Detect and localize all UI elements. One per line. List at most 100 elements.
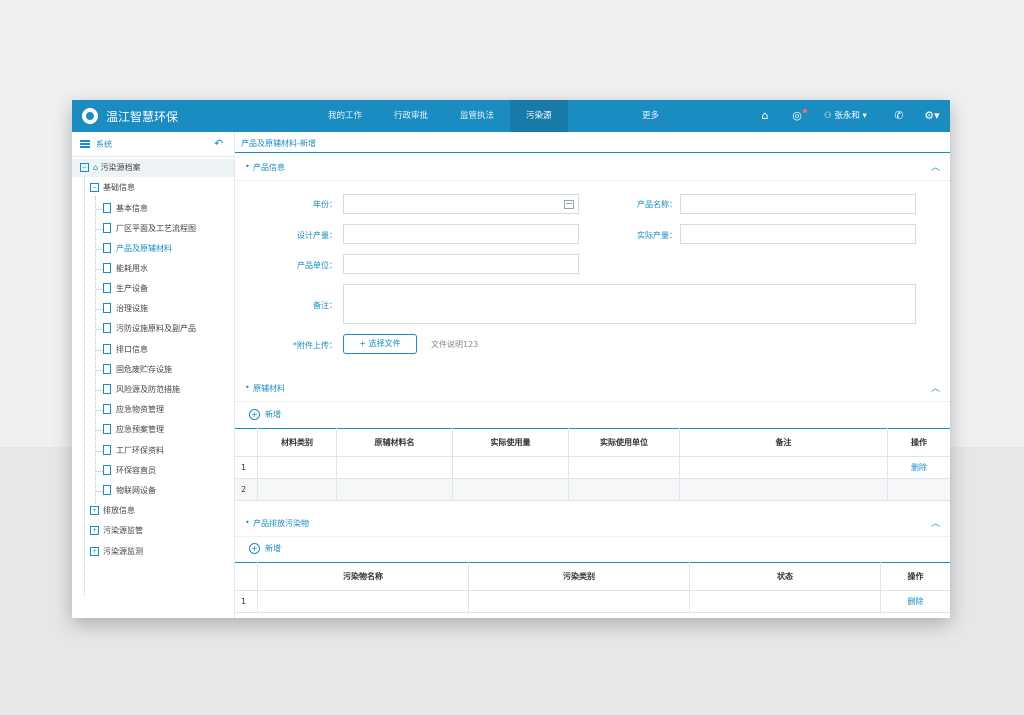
document-icon	[103, 322, 111, 333]
year-input[interactable]	[343, 194, 579, 214]
table-cell[interactable]	[679, 456, 888, 479]
label-actual-output: 实际产量：	[637, 231, 677, 240]
nav-approval[interactable]: 行政审批	[378, 100, 444, 132]
nav-more[interactable]: 更多	[642, 100, 659, 132]
tree-connector	[96, 249, 103, 250]
tree-item-label: 治理设施	[116, 304, 148, 313]
nav-enforcement[interactable]: 监管执法	[444, 100, 510, 132]
tree-guide-root	[84, 176, 85, 596]
pollutants-table: 污染物名称 污染类别 状态 操作 1 删除	[235, 562, 950, 613]
table-cell[interactable]	[689, 590, 881, 613]
tree-item-risk[interactable]: 风险源及防范措施	[103, 381, 180, 399]
tree-item-iot[interactable]: 物联网设备	[103, 482, 156, 500]
back-icon[interactable]: ↶	[214, 137, 223, 150]
column-header: 污染类别	[468, 562, 690, 591]
tree-item-layout[interactable]: 厂区平面及工艺流程图	[103, 220, 196, 238]
document-icon	[103, 484, 111, 495]
table-cell[interactable]	[568, 456, 680, 479]
label-year: 年份：	[313, 200, 337, 209]
user-menu[interactable]: ⚇ 张永和 ▾	[824, 100, 867, 132]
column-header: 实际使用单位	[568, 428, 680, 457]
chevron-up-icon[interactable]: ︿	[931, 381, 940, 394]
table-row: 1 删除	[235, 456, 950, 479]
table-cell[interactable]	[568, 478, 680, 501]
tree-item-label: 环保容直员	[116, 466, 156, 475]
document-icon	[103, 222, 111, 233]
actual-output-input[interactable]	[680, 224, 916, 244]
home-icon[interactable]: ⌂	[758, 109, 772, 123]
message-icon[interactable]: ◎	[790, 109, 804, 123]
label-product-unit: 产品单位：	[297, 261, 337, 270]
label-note: 备注：	[313, 301, 337, 310]
document-icon	[103, 363, 111, 374]
tree-item-storage[interactable]: 固危废贮存设施	[103, 361, 172, 379]
nav-pollution-source[interactable]: 污染源	[510, 100, 568, 132]
chevron-up-icon[interactable]: ︿	[931, 160, 940, 173]
tree-connector	[96, 390, 103, 391]
tree-item-label: 应急预案管理	[116, 425, 164, 434]
raw-section-header[interactable]: 原辅材料 ︿	[235, 375, 950, 402]
tree-root-pollution-archive[interactable]: − ⌂ 污染源档案	[72, 159, 234, 177]
tree-item-treatment[interactable]: 治理设施	[103, 300, 148, 318]
tree-item-label: 排口信息	[116, 345, 148, 354]
pollutant-section-header[interactable]: 产品排放污染物 ︿	[235, 510, 950, 537]
table-cell[interactable]	[336, 456, 453, 479]
tree-item-label: 物联网设备	[116, 486, 156, 495]
breadcrumb: 产品及原辅材料-新增	[241, 139, 316, 148]
tree-group-label: 污染源监测	[103, 547, 143, 556]
tree-item-label: 产品及原辅材料	[116, 244, 172, 253]
tree-item-outlet[interactable]: 排口信息	[103, 341, 148, 359]
sidebar-title: 系统	[96, 140, 112, 149]
document-icon	[103, 403, 111, 414]
tree-item-products[interactable]: 产品及原辅材料	[103, 240, 172, 258]
tree-item-equipment[interactable]: 生产设备	[103, 280, 148, 298]
table-cell[interactable]	[452, 478, 569, 501]
column-header-index	[235, 428, 258, 457]
choose-file-button[interactable]: + 选择文件	[343, 334, 417, 354]
design-output-input[interactable]	[343, 224, 579, 244]
product-section-header[interactable]: 产品信息 ︿	[235, 154, 950, 181]
product-unit-input[interactable]	[343, 254, 579, 274]
column-header: 污染物名称	[257, 562, 469, 591]
document-icon	[103, 202, 111, 213]
settings-icon[interactable]: ⚙▾	[921, 109, 943, 123]
chevron-up-icon[interactable]: ︿	[931, 516, 940, 529]
tree-item-docs[interactable]: 工厂环保资料	[103, 442, 164, 460]
tree-group-monitoring[interactable]: + 污染源监测	[90, 543, 143, 561]
table-cell[interactable]	[679, 478, 888, 501]
tree-item-plans[interactable]: 应急预案管理	[103, 421, 164, 439]
phone-icon[interactable]: ✆	[892, 109, 906, 123]
calendar-icon[interactable]	[564, 200, 574, 209]
table-cell[interactable]	[257, 478, 337, 501]
table-cell[interactable]	[452, 456, 569, 479]
delete-link[interactable]: 删除	[887, 456, 950, 479]
table-cell[interactable]	[257, 456, 337, 479]
note-textarea[interactable]	[343, 284, 916, 324]
plus-circle-icon: +	[249, 543, 260, 554]
tree-item-staff[interactable]: 环保容直员	[103, 462, 156, 480]
tree-item-energy[interactable]: 能耗用水	[103, 260, 148, 278]
tree-item-materials[interactable]: 污防设施原料及副产品	[103, 320, 196, 338]
tree-group-supervision[interactable]: + 污染源监管	[90, 522, 143, 540]
table-cell[interactable]	[257, 590, 469, 613]
operation-cell	[887, 478, 950, 501]
collapse-icon: −	[80, 163, 89, 172]
tree-item-basic[interactable]: 基本信息	[103, 200, 148, 218]
product-name-input[interactable]	[680, 194, 916, 214]
table-row: 1 删除	[235, 590, 950, 613]
table-cell[interactable]	[336, 478, 453, 501]
tree-group-emission[interactable]: + 排放信息	[90, 502, 135, 520]
tree-item-supplies[interactable]: 应急物资管理	[103, 401, 164, 419]
column-header: 备注	[679, 428, 888, 457]
table-cell[interactable]	[468, 590, 690, 613]
add-raw-material-button[interactable]: + 新增	[249, 409, 281, 421]
add-pollutant-button[interactable]: + 新增	[249, 543, 281, 555]
plus-circle-icon: +	[249, 409, 260, 420]
delete-link[interactable]: 删除	[880, 590, 950, 613]
menu-icon[interactable]	[80, 140, 90, 148]
nav-my-work[interactable]: 我的工作	[312, 100, 378, 132]
tree-connector	[96, 410, 103, 411]
tree-group-basic-info[interactable]: − 基础信息	[90, 179, 135, 197]
tree-connector	[96, 370, 103, 371]
chevron-down-icon: ▾	[859, 111, 867, 121]
